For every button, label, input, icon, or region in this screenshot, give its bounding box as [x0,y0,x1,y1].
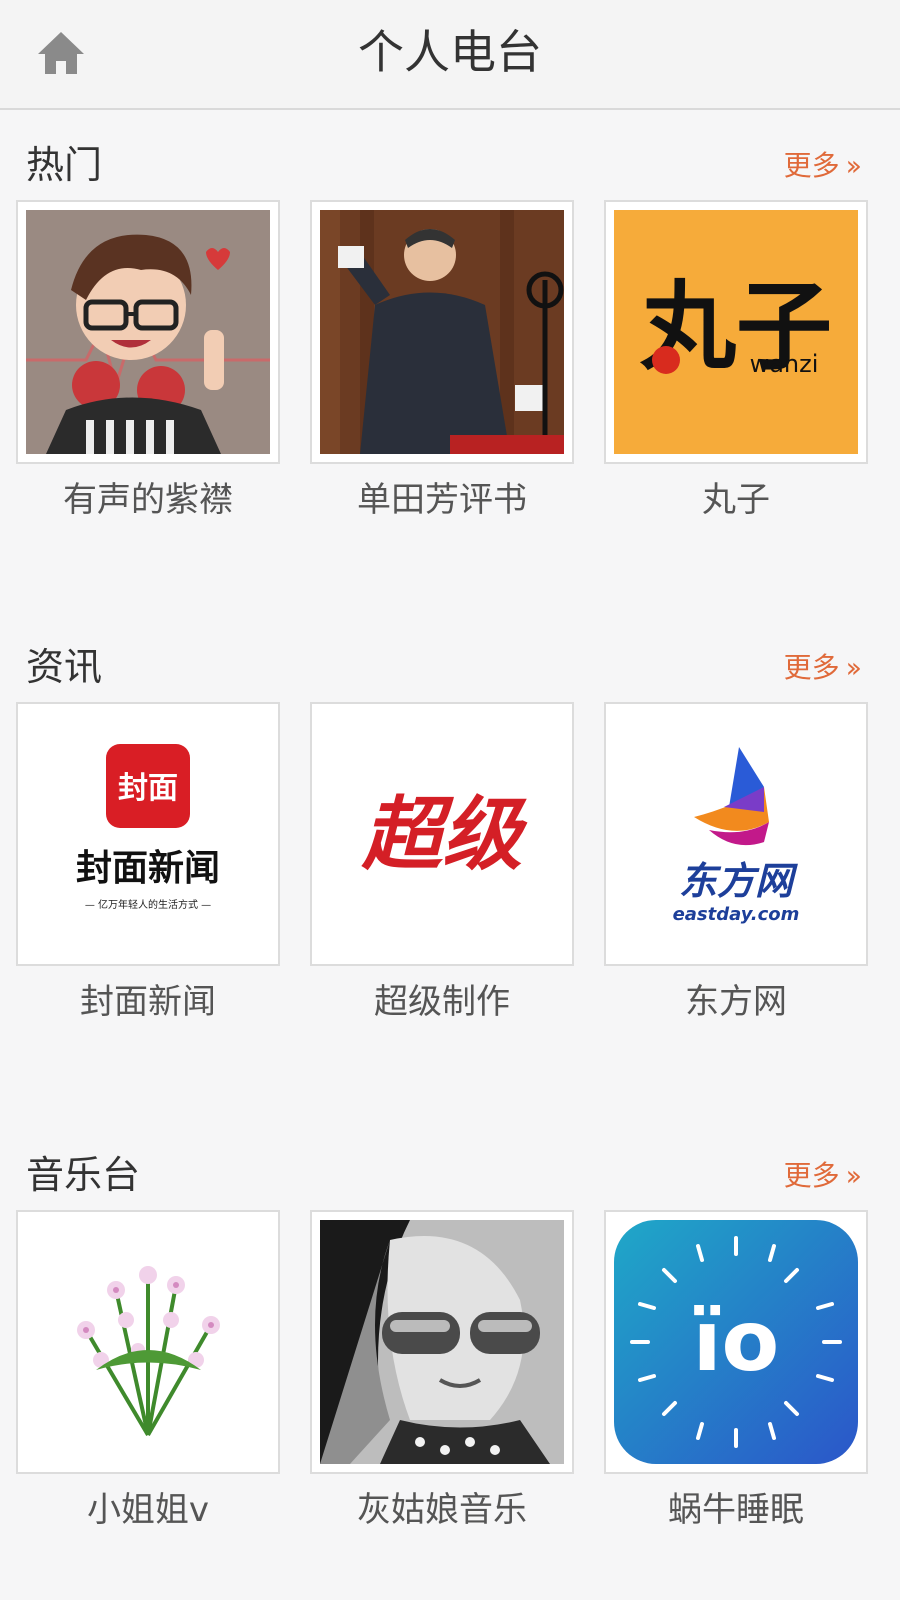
station-cover-image: 超级 [320,712,564,956]
station-cover-frame [310,200,574,464]
fengmian-logo-text: 封面新闻 [76,848,220,889]
eastday-logo-subtext: eastday.com [673,904,800,925]
double-chevron-right-icon: ›› [845,149,863,182]
station-tile[interactable]: ïo 蜗牛睡眠 [604,1210,868,1532]
section-title: 音乐台 [26,1153,141,1197]
more-link-news[interactable]: 更多 ›› [783,648,863,688]
station-tile[interactable]: 封面 封面新闻 — 亿万年轻人的生活方式 — 封面新闻 [16,702,280,1024]
app-header: 个人电台 [0,0,900,110]
double-chevron-right-icon: ›› [845,651,863,684]
station-cover-image [320,1220,564,1464]
double-chevron-right-icon: ›› [845,1159,863,1192]
station-cover-image: 丸子 wanzi [614,210,858,454]
station-name: 有声的紫襟 [63,480,233,520]
wanzi-logo-subtext: wanzi [750,350,819,378]
snail-logo-text: ïo [693,1292,780,1390]
station-name: 封面新闻 [80,982,216,1022]
more-link-hot[interactable]: 更多 ›› [783,146,863,186]
section-title: 热门 [26,143,103,187]
tile-grid: 有声的紫襟 单田芳评书 丸子 wanzi 丸子 [16,200,886,530]
section-title: 资讯 [26,645,103,689]
station-name: 灰姑娘音乐 [357,1490,527,1530]
station-tile[interactable]: 单田芳评书 [310,200,574,522]
station-cover-frame [16,1210,280,1474]
more-label: 更多 [783,651,840,684]
fengmian-badge-text: 封面 [118,771,178,806]
station-tile[interactable]: 小姐姐v [16,1210,280,1532]
station-cover-frame: 东方网 eastday.com [604,702,868,966]
station-name: 蜗牛睡眠 [668,1490,804,1530]
tile-grid: 封面 封面新闻 — 亿万年轻人的生活方式 — 封面新闻 超级 超级制作 东方网 … [16,702,886,1032]
station-cover-frame: 封面 封面新闻 — 亿万年轻人的生活方式 — [16,702,280,966]
station-tile[interactable]: 灰姑娘音乐 [310,1210,574,1532]
page-title: 个人电台 [358,25,542,79]
more-label: 更多 [783,1159,840,1192]
station-cover-frame: ïo [604,1210,868,1474]
station-name: 单田芳评书 [357,480,527,520]
station-cover-frame: 丸子 wanzi [604,200,868,464]
station-cover-image [320,210,564,454]
station-cover-image [26,210,270,454]
station-tile[interactable]: 丸子 wanzi 丸子 [604,200,868,522]
more-label: 更多 [783,149,840,182]
station-tile[interactable]: 有声的紫襟 [16,200,280,522]
station-cover-frame: 超级 [310,702,574,966]
station-name: 超级制作 [374,982,510,1022]
fengmian-slogan: — 亿万年轻人的生活方式 — [85,898,211,911]
station-name: 丸子 [702,480,770,520]
tile-grid: 小姐姐v 灰姑娘音乐 ïo 蜗牛睡眠 [16,1210,886,1540]
station-tile[interactable]: 超级 超级制作 [310,702,574,1024]
station-cover-image [26,1220,270,1464]
station-cover-frame [16,200,280,464]
more-link-music[interactable]: 更多 ›› [783,1156,863,1196]
station-cover-image: 东方网 eastday.com [614,712,858,956]
station-name: 小姐姐v [86,1490,210,1530]
station-tile[interactable]: 东方网 eastday.com 东方网 [604,702,868,1024]
eastday-logo-text: 东方网 [679,859,798,903]
station-cover-image: 封面 封面新闻 — 亿万年轻人的生活方式 — [26,712,270,956]
chaoji-logo-text: 超级 [361,788,528,881]
station-cover-frame [310,1210,574,1474]
station-cover-image: ïo [614,1220,858,1464]
station-name: 东方网 [685,982,787,1022]
